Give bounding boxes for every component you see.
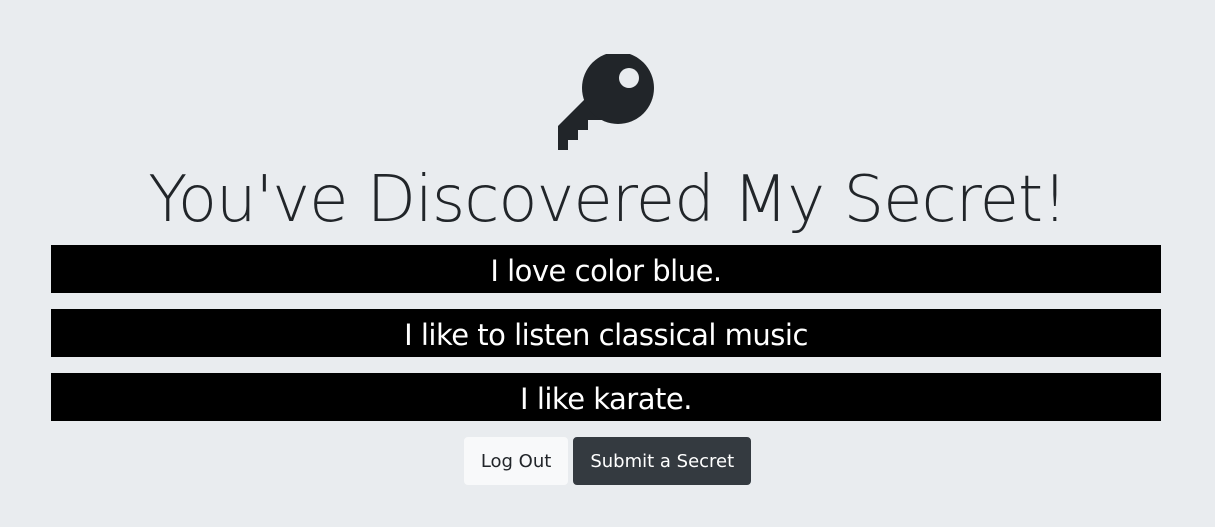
action-buttons: Log Out Submit a Secret xyxy=(0,437,1215,485)
secret-item: I like to listen classical music xyxy=(51,309,1161,357)
secret-item: I like karate. xyxy=(51,373,1161,421)
submit-secret-button[interactable]: Submit a Secret xyxy=(573,437,752,485)
logout-button[interactable]: Log Out xyxy=(463,437,569,485)
secret-item: I love color blue. xyxy=(51,245,1161,293)
secrets-page: You've Discovered My Secret! I love colo… xyxy=(0,0,1215,527)
page-title: You've Discovered My Secret! xyxy=(148,163,1067,237)
key-icon xyxy=(556,54,656,154)
